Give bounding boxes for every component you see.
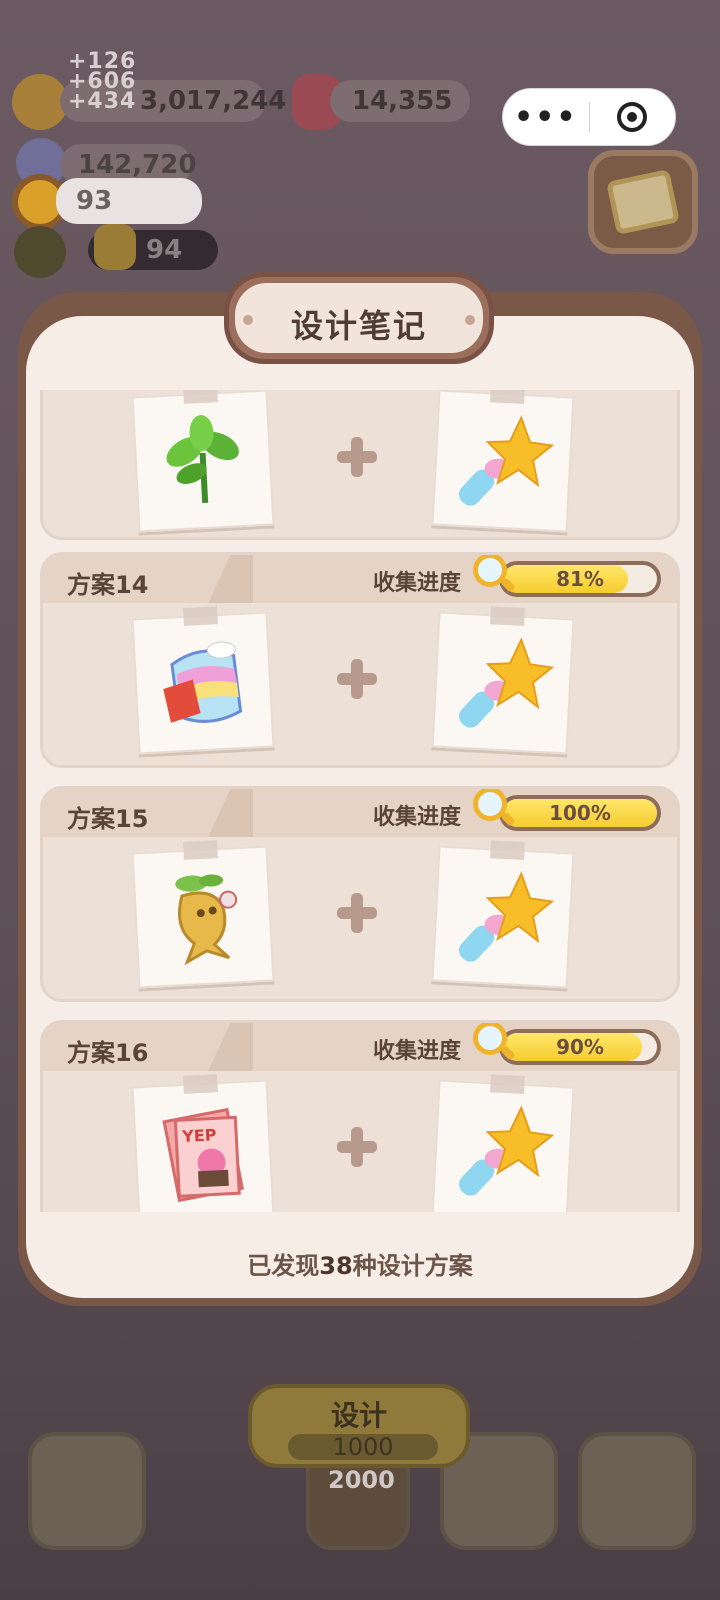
ingredient-photo[interactable]: [431, 606, 575, 755]
sunflower-counter[interactable]: 93: [56, 178, 202, 224]
close-target-button[interactable]: [590, 102, 676, 132]
tape-strip: [183, 390, 218, 404]
footer-count: 38: [319, 1252, 353, 1280]
plan-card: [40, 390, 680, 540]
floating-gains: +126 +606 +434: [68, 51, 137, 114]
star-wand-icon: [459, 1105, 555, 1196]
star-wand-icon: [459, 637, 555, 728]
progress-value: 81%: [556, 567, 604, 591]
tape-strip: [490, 606, 525, 627]
berry-counter: 14,355: [330, 80, 470, 122]
gain-3: +434: [68, 89, 137, 114]
plus-icon: [335, 891, 379, 935]
berry-value: 14,355: [352, 86, 453, 116]
back-arrow-button[interactable]: [28, 1432, 146, 1550]
plan-card-body: YEP: [43, 1071, 677, 1212]
magnifier-icon: [471, 555, 516, 595]
gear-flower-icon: [14, 226, 66, 278]
plan-name: 方案15: [67, 805, 149, 833]
footer-suffix: 种设计方案: [352, 1252, 473, 1280]
plan-card-15: 方案15 收集进度 100%: [40, 786, 680, 1002]
ingredient-photo[interactable]: [431, 1074, 575, 1212]
progress-label: 收集进度: [373, 805, 462, 830]
plan-card-header: 方案14 收集进度 81%: [43, 555, 677, 603]
coin-value: 3,017,244: [140, 86, 287, 116]
plan-card-body: [43, 390, 677, 537]
more-dots-icon[interactable]: •••: [503, 100, 589, 135]
svg-text:YEP: YEP: [181, 1125, 217, 1146]
cookie-value: 94: [146, 235, 183, 265]
tape-strip: [490, 840, 525, 861]
tape-strip: [183, 840, 218, 860]
dialog-title-plate: 设计笔记: [224, 272, 494, 364]
design-notebook-button[interactable]: [588, 150, 698, 254]
design-button-label: 设计: [330, 1399, 387, 1432]
progress-value: 100%: [549, 801, 611, 825]
ingredient-photo[interactable]: [131, 840, 275, 989]
rainbow-candy-icon: [163, 641, 243, 723]
plus-icon: [335, 657, 379, 701]
progress-bar: 100%: [499, 795, 661, 831]
sunflower-value: 93: [76, 186, 113, 216]
tape-strip: [183, 1074, 218, 1094]
ingredient-photo[interactable]: YEP: [131, 1074, 275, 1212]
ingredient-photo[interactable]: [431, 390, 575, 533]
plan-name: 方案16: [67, 1039, 149, 1067]
progress-value: 90%: [556, 1035, 604, 1059]
herb-leaves-icon: [166, 415, 239, 504]
yep-magazine-icon: YEP: [162, 1107, 245, 1203]
tape-strip: [183, 606, 218, 626]
ingredient-photo[interactable]: [131, 606, 275, 755]
secondary-cost: 2000: [328, 1466, 395, 1494]
dialog-title: 设计笔记: [290, 307, 427, 345]
cookie-icon: [94, 224, 136, 270]
plan-list[interactable]: 方案14 收集进度 81% 方案15 收集进度 100% 方案16 收集进度 9…: [40, 390, 680, 1212]
star-wand-icon: [459, 871, 555, 962]
plus-icon: [335, 1125, 379, 1169]
plan-card-14: 方案14 收集进度 81%: [40, 552, 680, 768]
ingredient-photo[interactable]: [131, 390, 275, 533]
gem-value: 142,720: [78, 150, 197, 180]
ginseng-root-icon: [175, 874, 238, 966]
design-button[interactable]: 设计 1000: [248, 1384, 470, 1468]
design-cost: 1000: [288, 1434, 438, 1460]
progress-label: 收集进度: [373, 1039, 462, 1064]
plan-name: 方案14: [67, 571, 149, 599]
plan-card-header: 方案16 收集进度 90%: [43, 1023, 677, 1071]
target-circle-icon: [617, 102, 648, 132]
discovered-count: 已发现38种设计方案: [26, 1246, 694, 1281]
plan-card-16: 方案16 收集进度 90% YEP: [40, 1020, 680, 1212]
progress-bar: 81%: [499, 561, 661, 597]
plan-card-body: [43, 837, 677, 997]
star-wand-icon: [459, 415, 555, 506]
magnifier-icon: [471, 789, 516, 829]
plus-icon: [335, 435, 379, 479]
tape-strip: [490, 1074, 525, 1095]
progress-bar: 90%: [499, 1029, 661, 1065]
magnifier-icon: [471, 1023, 516, 1063]
ingredient-photo[interactable]: [431, 840, 575, 989]
plan-card-header: 方案15 收集进度 100%: [43, 789, 677, 837]
helmet-button[interactable]: [578, 1432, 696, 1550]
tape-strip: [490, 390, 525, 405]
notebook-icon: [606, 168, 680, 236]
progress-label: 收集进度: [373, 571, 462, 596]
footer-prefix: 已发现: [247, 1252, 320, 1280]
plan-card-body: [43, 603, 677, 763]
miniprogram-capsule: •••: [502, 88, 676, 146]
